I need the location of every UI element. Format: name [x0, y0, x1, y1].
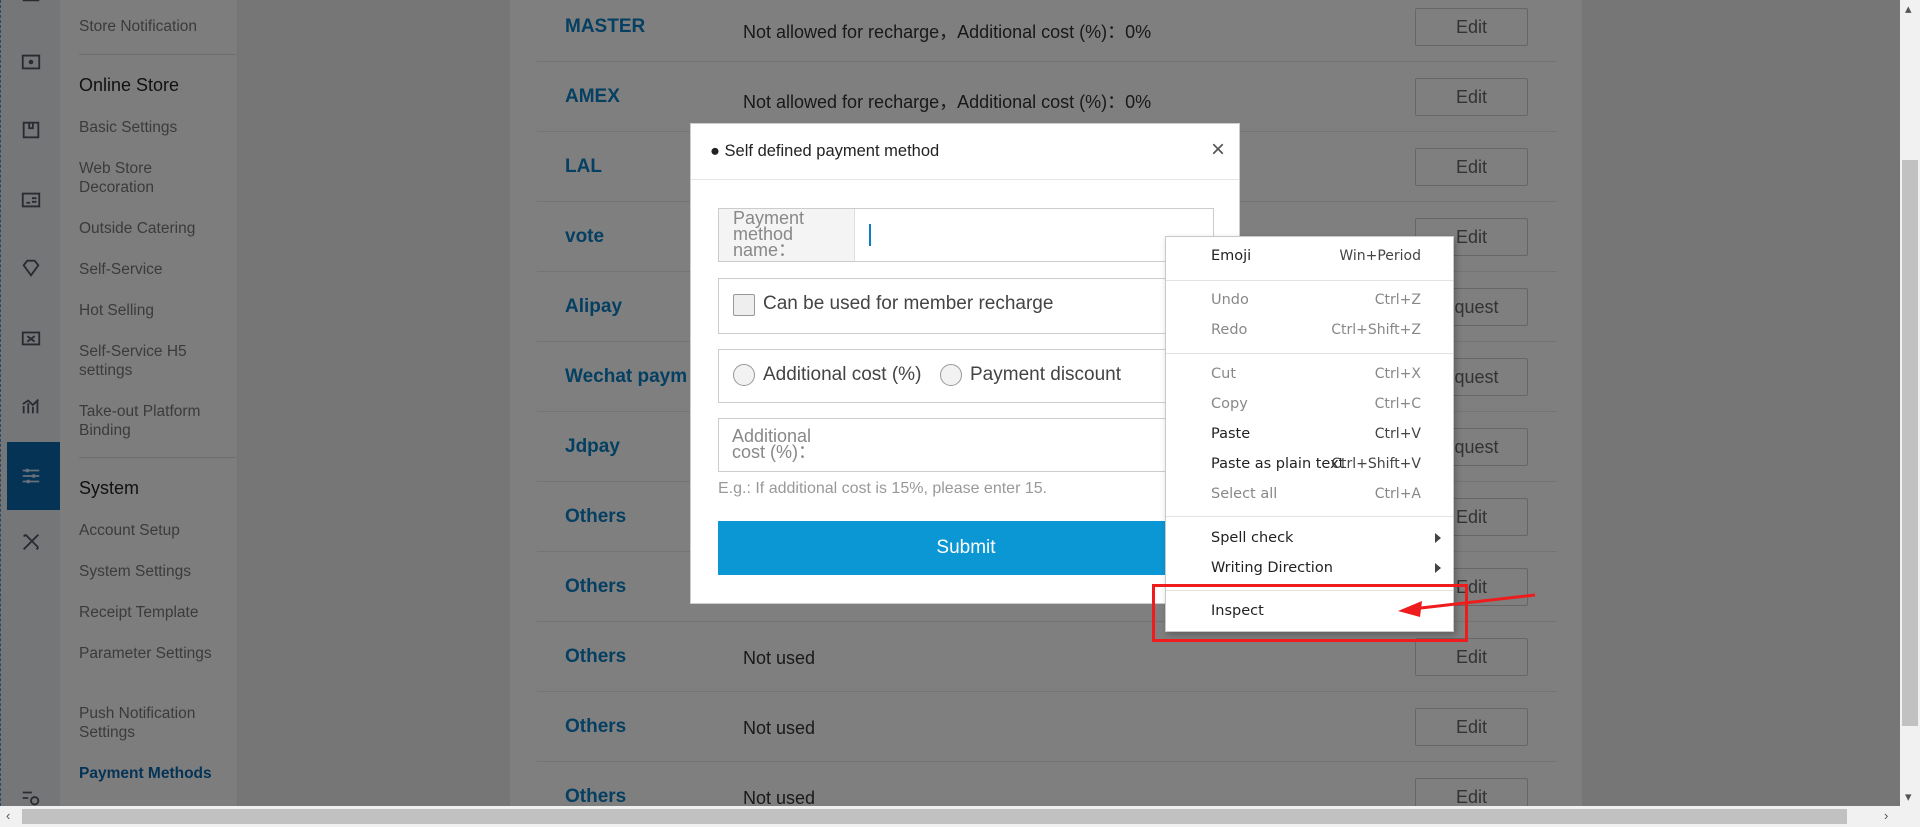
submenu-arrow-icon — [1435, 563, 1441, 573]
member-recharge-label: Can be used for member recharge — [763, 293, 1054, 314]
additional-cost-placeholder: Additional cost (%)： — [732, 426, 817, 462]
menu-item-emoji[interactable]: Emoji Win+Period — [1166, 243, 1453, 271]
additional-cost-field[interactable]: Additional cost (%)： — [718, 418, 1214, 472]
menu-item-paste-plain[interactable]: Paste as plain text Ctrl+Shift+V — [1166, 451, 1453, 479]
horizontal-scrollbar[interactable]: ‹ › — [0, 806, 1920, 827]
menu-item-undo[interactable]: Undo Ctrl+Z — [1166, 287, 1453, 315]
menu-item-label: Writing Direction — [1211, 560, 1333, 576]
payment-name-field: Payment method name： — [718, 208, 1214, 262]
menu-item-label: Cut — [1211, 366, 1236, 382]
context-menu: Emoji Win+Period Undo Ctrl+Z Redo Ctrl+S… — [1165, 236, 1454, 632]
menu-item-label: Copy — [1211, 396, 1248, 412]
menu-item-shortcut: Ctrl+C — [1374, 396, 1421, 412]
menu-item-shortcut: Ctrl+A — [1374, 486, 1421, 502]
member-recharge-field: Can be used for member recharge — [718, 278, 1214, 334]
payment-discount-radio[interactable] — [940, 364, 962, 386]
menu-item-shortcut: Ctrl+V — [1374, 426, 1421, 442]
input-hint: E.g.: If additional cost is 15%, please … — [718, 480, 1048, 497]
menu-item-shortcut: Ctrl+X — [1374, 366, 1421, 382]
cost-type-field: Additional cost (%) Payment discount — [718, 349, 1214, 403]
submit-button[interactable]: Submit — [718, 521, 1214, 575]
horizontal-scroll-thumb[interactable] — [22, 809, 1847, 824]
submenu-arrow-icon — [1435, 533, 1441, 543]
close-icon[interactable]: × — [1211, 138, 1225, 162]
payment-method-dialog: ● Self defined payment method × Payment … — [690, 123, 1240, 604]
vertical-scroll-thumb[interactable] — [1902, 160, 1918, 726]
menu-item-shortcut: Ctrl+Shift+Z — [1331, 322, 1421, 338]
menu-item-copy[interactable]: Copy Ctrl+C — [1166, 391, 1453, 419]
additional-cost-option-label: Additional cost (%) — [763, 364, 922, 385]
payment-discount-option-label: Payment discount — [970, 364, 1122, 385]
menu-item-label: Redo — [1211, 322, 1248, 338]
annotation-arrow-icon — [1398, 593, 1536, 617]
scroll-down-icon[interactable]: ▾ — [1905, 789, 1912, 805]
menu-item-label: Select all — [1211, 486, 1278, 502]
scroll-up-icon[interactable]: ▴ — [1905, 1, 1912, 17]
dialog-header: ● Self defined payment method × — [691, 124, 1239, 180]
menu-item-shortcut: Ctrl+Z — [1374, 292, 1421, 308]
menu-item-select-all[interactable]: Select all Ctrl+A — [1166, 481, 1453, 509]
text-caret — [869, 224, 871, 246]
scroll-right-icon[interactable]: › — [1884, 808, 1888, 823]
menu-item-paste[interactable]: Paste Ctrl+V — [1166, 421, 1453, 449]
menu-separator — [1166, 353, 1453, 354]
menu-item-redo[interactable]: Redo Ctrl+Shift+Z — [1166, 317, 1453, 345]
menu-item-label: Paste as plain text — [1211, 456, 1345, 472]
menu-separator — [1166, 280, 1453, 281]
menu-item-spell-check[interactable]: Spell check — [1166, 525, 1453, 553]
menu-item-label: Spell check — [1211, 530, 1294, 546]
menu-item-shortcut: Ctrl+Shift+V — [1331, 456, 1421, 472]
menu-item-shortcut: Win+Period — [1339, 248, 1421, 264]
menu-item-cut[interactable]: Cut Ctrl+X — [1166, 361, 1453, 389]
menu-item-label: Emoji — [1211, 248, 1252, 264]
menu-item-writing-direction[interactable]: Writing Direction — [1166, 555, 1453, 583]
payment-name-input[interactable] — [865, 223, 1185, 247]
dialog-title: ● Self defined payment method — [710, 142, 940, 160]
menu-item-label: Paste — [1211, 426, 1251, 442]
menu-item-label: Undo — [1211, 292, 1249, 308]
member-recharge-checkbox[interactable] — [733, 294, 755, 316]
field-label: Payment method name： — [719, 209, 855, 261]
vertical-scrollbar[interactable]: ▴ ▾ — [1900, 0, 1920, 806]
additional-cost-radio[interactable] — [733, 364, 755, 386]
scroll-left-icon[interactable]: ‹ — [6, 808, 10, 823]
menu-separator — [1166, 516, 1453, 517]
